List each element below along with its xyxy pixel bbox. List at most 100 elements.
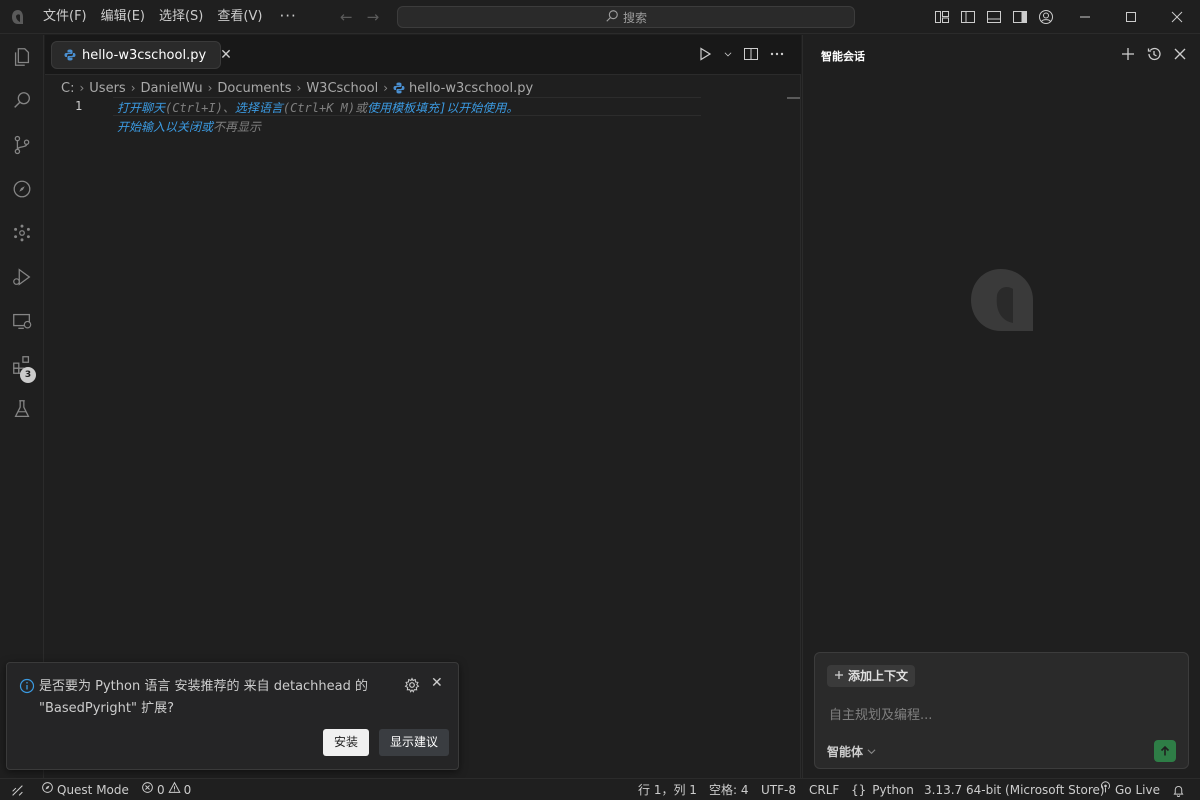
problems-item[interactable]: 0 0 bbox=[141, 779, 191, 800]
hint-use-template-link[interactable]: 使用模板填充 bbox=[367, 101, 439, 115]
remote-explorer-icon[interactable] bbox=[10, 309, 34, 333]
status-bar: Quest Mode 0 0 行 1，列 1 空格: 4 UTF-8 CRLF … bbox=[0, 778, 1200, 800]
quest-mode-item[interactable]: Quest Mode bbox=[41, 779, 129, 800]
agent-mode-selector[interactable]: 智能体 bbox=[827, 743, 876, 760]
breadcrumb-documents[interactable]: Documents bbox=[217, 81, 291, 96]
forward-arrow-icon[interactable]: → bbox=[367, 9, 380, 25]
hint-separator: 、 bbox=[222, 101, 235, 115]
hint-open-chat-link[interactable]: 打开聊天 bbox=[117, 101, 165, 115]
warning-icon bbox=[168, 779, 181, 800]
minimize-icon[interactable] bbox=[1062, 0, 1108, 34]
error-icon bbox=[141, 779, 154, 800]
empty-editor-hint: 打开聊天(Ctrl+I)、选择语言(Ctrl+K M)或使用模板填充]以开始使用… bbox=[117, 99, 518, 116]
close-panel-icon[interactable] bbox=[1172, 46, 1188, 66]
explorer-icon[interactable] bbox=[10, 45, 34, 69]
breadcrumb-users[interactable]: Users bbox=[89, 81, 125, 96]
send-button[interactable] bbox=[1154, 740, 1176, 762]
compass-icon[interactable] bbox=[10, 177, 34, 201]
go-live-label: Go Live bbox=[1115, 783, 1160, 797]
app-window: 文件(F) 编辑(E) 选择(S) 查看(V) ··· ← → 搜索 3 hel… bbox=[0, 0, 1200, 800]
hint-dont-show-link[interactable]: 不再显示 bbox=[213, 120, 261, 134]
notification-close-icon[interactable]: ✕ bbox=[431, 675, 443, 691]
tab-label: hello-w3cschool.py bbox=[82, 47, 207, 63]
account-icon[interactable] bbox=[1036, 7, 1056, 27]
python-file-icon bbox=[393, 82, 405, 94]
tab-close-icon[interactable]: ✕ bbox=[220, 47, 232, 63]
editor-actions bbox=[697, 46, 785, 66]
new-chat-plus-icon[interactable] bbox=[1120, 46, 1136, 66]
toggle-panel-icon[interactable] bbox=[984, 7, 1004, 27]
editor-tab-bar: hello-w3cschool.py ✕ bbox=[45, 35, 801, 75]
back-arrow-icon[interactable]: ← bbox=[340, 9, 353, 25]
maximize-icon[interactable] bbox=[1108, 0, 1154, 34]
breadcrumb-separator: › bbox=[207, 81, 213, 95]
history-icon[interactable] bbox=[1146, 46, 1162, 66]
quest-mode-label: Quest Mode bbox=[57, 783, 129, 797]
run-dropdown-chevron-icon[interactable] bbox=[723, 46, 733, 66]
menu-file[interactable]: 文件(F) bbox=[36, 0, 94, 34]
hint-select-language-link[interactable]: 选择语言 bbox=[235, 101, 283, 115]
editor-tab-active[interactable]: hello-w3cschool.py ✕ bbox=[51, 41, 232, 69]
command-search-box[interactable]: 搜索 bbox=[397, 6, 855, 28]
navigation-arrows: ← → bbox=[340, 9, 379, 25]
menu-more-icon[interactable]: ··· bbox=[269, 0, 306, 34]
python-interpreter[interactable]: 3.13.7 64-bit (Microsoft Store) bbox=[924, 779, 1105, 800]
menu-view[interactable]: 查看(V) bbox=[210, 0, 269, 34]
notification-message: 是否要为 Python 语言 安装推荐的 来自 detachhead 的 "Ba… bbox=[39, 679, 369, 716]
customize-layout-icon[interactable] bbox=[932, 7, 952, 27]
run-python-icon[interactable] bbox=[697, 46, 713, 66]
end-of-line[interactable]: CRLF bbox=[809, 779, 839, 800]
menu-edit[interactable]: 编辑(E) bbox=[94, 0, 152, 34]
title-bar: 文件(F) 编辑(E) 选择(S) 查看(V) ··· ← → 搜索 bbox=[0, 0, 1200, 34]
language-label: Python bbox=[872, 783, 914, 797]
chat-panel: 智能会话 添加上下文 自主规划及编程... 智能体 bbox=[802, 35, 1200, 778]
braces-icon: {} bbox=[851, 783, 867, 797]
cursor-position[interactable]: 行 1，列 1 bbox=[638, 779, 697, 800]
install-button[interactable]: 安装 bbox=[323, 729, 369, 756]
menu-selection[interactable]: 选择(S) bbox=[152, 0, 210, 34]
search-view-icon[interactable] bbox=[10, 89, 34, 113]
warning-count: 0 bbox=[183, 783, 192, 797]
layout-controls bbox=[932, 7, 1056, 27]
gear-icon[interactable] bbox=[404, 677, 420, 693]
hint-or: 或 bbox=[355, 101, 368, 115]
file-encoding[interactable]: UTF-8 bbox=[761, 779, 796, 800]
breadcrumb-drive[interactable]: C: bbox=[61, 81, 74, 96]
empty-editor-hint-second: 开始输入以关闭或不再显示 bbox=[117, 118, 261, 135]
source-control-icon[interactable] bbox=[10, 133, 34, 157]
notifications-bell-icon[interactable] bbox=[1172, 779, 1185, 800]
extensions-badge: 3 bbox=[20, 367, 36, 383]
editor-scrollbar-track[interactable] bbox=[800, 75, 801, 778]
breadcrumb-separator: › bbox=[79, 81, 85, 95]
more-actions-icon[interactable] bbox=[769, 46, 785, 66]
breadcrumb-file[interactable]: hello-w3cschool.py bbox=[409, 81, 533, 96]
add-context-label: 添加上下文 bbox=[848, 669, 909, 683]
error-count: 0 bbox=[157, 783, 165, 797]
agent-mode-label: 智能体 bbox=[827, 745, 864, 759]
breadcrumb-separator: › bbox=[130, 81, 136, 95]
python-file-icon bbox=[64, 49, 76, 61]
split-editor-icon[interactable] bbox=[743, 46, 759, 66]
app-logo-icon bbox=[10, 9, 26, 25]
search-icon bbox=[605, 9, 619, 26]
language-mode[interactable]: {} Python bbox=[851, 779, 914, 800]
toggle-primary-sidebar-icon[interactable] bbox=[958, 7, 978, 27]
run-debug-icon[interactable] bbox=[10, 265, 34, 289]
extension-recommendation-notification: 是否要为 Python 语言 安装推荐的 来自 detachhead 的 "Ba… bbox=[6, 662, 459, 770]
line-number: 1 bbox=[75, 99, 83, 113]
testing-flask-icon[interactable] bbox=[10, 397, 34, 421]
go-live-item[interactable]: Go Live bbox=[1099, 779, 1160, 800]
add-context-button[interactable]: 添加上下文 bbox=[827, 665, 916, 687]
indentation[interactable]: 空格: 4 bbox=[709, 779, 749, 800]
breadcrumb-user[interactable]: DanielWu bbox=[141, 81, 203, 96]
chat-panel-title: 智能会话 bbox=[821, 50, 865, 63]
breadcrumb-folder[interactable]: W3Cschool bbox=[306, 81, 378, 96]
close-window-icon[interactable] bbox=[1154, 0, 1200, 34]
remote-indicator-icon[interactable] bbox=[0, 779, 34, 800]
toggle-secondary-sidebar-icon[interactable] bbox=[1010, 7, 1030, 27]
chat-panel-actions bbox=[1120, 46, 1188, 66]
chat-input-placeholder[interactable]: 自主规划及编程... bbox=[829, 704, 932, 723]
show-recommendations-button[interactable]: 显示建议 bbox=[379, 729, 449, 756]
chat-input-box[interactable]: 添加上下文 自主规划及编程... 智能体 bbox=[814, 652, 1189, 769]
agents-icon[interactable] bbox=[10, 221, 34, 245]
